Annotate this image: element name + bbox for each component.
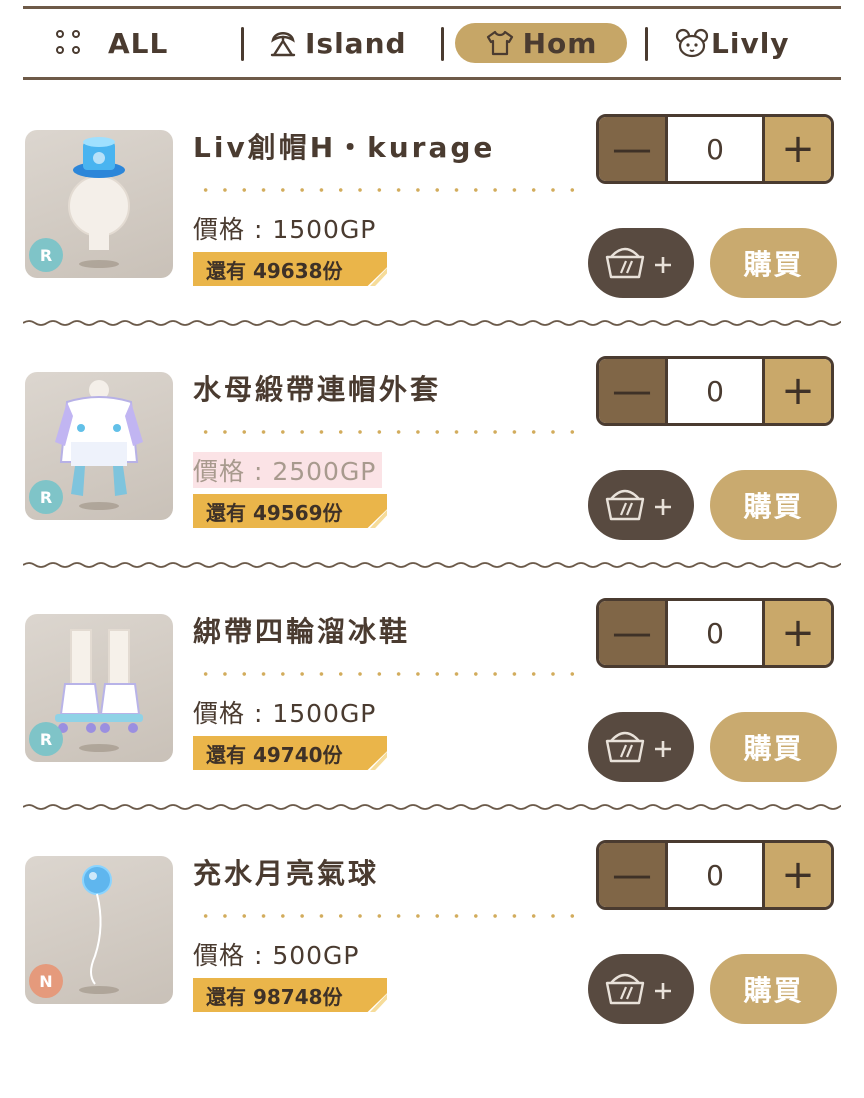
decrement-button[interactable]: —: [599, 601, 668, 665]
item-price: 價格 : 1500GP: [193, 215, 377, 244]
tab-island-label: Island: [305, 26, 407, 60]
rarity-badge: R: [29, 480, 63, 514]
decrement-button[interactable]: —: [599, 843, 668, 907]
shop-item: R Liv創帽H・kurage 價格 : 1500GP 還有 49638份 — …: [0, 114, 864, 372]
quantity-stepper: — 0 +: [596, 114, 834, 184]
increment-button[interactable]: +: [762, 117, 831, 181]
quantity-stepper: — 0 +: [596, 356, 834, 426]
wavy-divider: [23, 562, 841, 568]
plus-icon: +: [781, 852, 815, 898]
tab-all-label: ALL: [108, 26, 169, 60]
item-shadow: [79, 986, 119, 994]
dotted-divider: [196, 188, 576, 192]
shirt-icon: [486, 30, 513, 56]
add-to-cart-button[interactable]: [588, 712, 694, 782]
quantity-stepper: — 0 +: [596, 840, 834, 910]
plus-icon: +: [781, 368, 815, 414]
tab-livly[interactable]: Livly: [675, 24, 790, 62]
minus-icon: —: [612, 610, 652, 656]
item-thumbnail[interactable]: R: [25, 130, 173, 278]
item-name: Liv創帽H・kurage: [193, 131, 496, 164]
item-shadow: [79, 502, 119, 510]
basket-add-icon: [605, 731, 671, 763]
dotted-divider: [196, 914, 576, 918]
increment-button[interactable]: +: [762, 601, 831, 665]
tab-separator: [645, 27, 648, 61]
item-thumbnail[interactable]: R: [25, 372, 173, 520]
palm-tree-icon: [270, 32, 296, 57]
basket-add-icon: [605, 489, 671, 521]
decrement-button[interactable]: —: [599, 117, 668, 181]
plus-icon: +: [781, 126, 815, 172]
rarity-badge: R: [29, 238, 63, 272]
increment-button[interactable]: +: [762, 359, 831, 423]
item-shadow: [79, 260, 119, 268]
shop-item: N 充水月亮氣球 價格 : 500GP 還有 98748份 — 0 + 購買: [0, 840, 864, 1098]
buy-button[interactable]: 購買: [710, 712, 837, 782]
rarity-badge: N: [29, 964, 63, 998]
item-thumbnail[interactable]: N: [25, 856, 173, 1004]
quantity-value[interactable]: 0: [668, 359, 762, 423]
add-to-cart-button[interactable]: [588, 470, 694, 540]
rarity-badge: R: [29, 722, 63, 756]
decrement-button[interactable]: —: [599, 359, 668, 423]
tab-separator: [441, 27, 444, 61]
item-price: 價格 : 2500GP: [193, 452, 383, 488]
basket-add-icon: [605, 247, 671, 279]
tab-hom[interactable]: Hom: [455, 23, 627, 63]
stock-remaining: 還有 49638份: [193, 252, 387, 286]
item-price: 價格 : 1500GP: [193, 699, 377, 728]
stock-remaining: 還有 49569份: [193, 494, 387, 528]
dotted-divider: [196, 672, 576, 676]
shop-item: R 水母緞帶連帽外套 價格 : 2500GP 還有 49569份 — 0 + 購…: [0, 356, 864, 614]
plus-icon: +: [781, 610, 815, 656]
buy-button[interactable]: 購買: [710, 954, 837, 1024]
item-price: 價格 : 500GP: [193, 941, 360, 970]
buy-button[interactable]: 購買: [710, 228, 837, 298]
livly-face-icon: [675, 28, 709, 58]
minus-icon: —: [612, 852, 652, 898]
item-shadow: [79, 744, 119, 752]
item-name: 充水月亮氣球: [193, 857, 380, 890]
stock-remaining: 還有 49740份: [193, 736, 387, 770]
dotted-divider: [196, 430, 576, 434]
wavy-divider: [23, 804, 841, 810]
quantity-value[interactable]: 0: [668, 117, 762, 181]
tab-all[interactable]: ALL: [56, 24, 168, 62]
basket-add-icon: [605, 973, 671, 1005]
item-thumbnail[interactable]: R: [25, 614, 173, 762]
minus-icon: —: [612, 126, 652, 172]
category-tabs: ALL Island Hom Livly: [23, 6, 841, 80]
item-name: 綁帶四輪溜冰鞋: [193, 615, 411, 648]
quantity-value[interactable]: 0: [668, 843, 762, 907]
increment-button[interactable]: +: [762, 843, 831, 907]
tab-separator: [241, 27, 244, 61]
stock-remaining: 還有 98748份: [193, 978, 387, 1012]
quantity-stepper: — 0 +: [596, 598, 834, 668]
tab-hom-label: Hom: [522, 26, 598, 60]
item-name: 水母緞帶連帽外套: [193, 373, 442, 406]
minus-icon: —: [612, 368, 652, 414]
quantity-value[interactable]: 0: [668, 601, 762, 665]
shop-item: R 綁帶四輪溜冰鞋 價格 : 1500GP 還有 49740份 — 0 + 購買: [0, 598, 864, 856]
wavy-divider: [23, 320, 841, 326]
add-to-cart-button[interactable]: [588, 228, 694, 298]
buy-button[interactable]: 購買: [710, 470, 837, 540]
tab-island[interactable]: Island: [269, 24, 407, 62]
grid-dots-icon: [56, 30, 82, 56]
tab-livly-label: Livly: [711, 26, 790, 60]
add-to-cart-button[interactable]: [588, 954, 694, 1024]
